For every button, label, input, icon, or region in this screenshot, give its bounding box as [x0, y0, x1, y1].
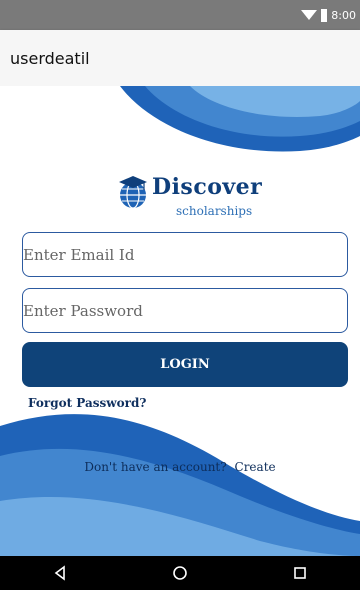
login-screen: Discover scholarships LOGIN Forgot Passw…	[0, 86, 360, 556]
status-time: 8:00	[331, 8, 356, 22]
logo-subtitle: scholarships	[176, 204, 253, 218]
email-field[interactable]	[22, 232, 348, 277]
brand-logo: Discover scholarships	[116, 174, 276, 222]
wifi-icon	[301, 10, 318, 20]
back-icon[interactable]	[52, 565, 68, 581]
logo-title: Discover	[152, 174, 263, 200]
bottom-wave-decoration	[0, 414, 360, 556]
app-title: userdeatil	[10, 48, 90, 68]
signup-text: Don't have an account?	[84, 460, 227, 474]
recents-icon[interactable]	[292, 565, 308, 581]
app-bar: userdeatil	[0, 30, 360, 86]
battery-icon	[321, 8, 328, 22]
navigation-bar	[0, 556, 360, 590]
create-account-link[interactable]: Create	[235, 460, 276, 474]
home-icon[interactable]	[172, 565, 188, 581]
signup-prompt: Don't have an account? Create	[0, 460, 360, 474]
password-field[interactable]	[22, 288, 348, 333]
status-bar: 8:00	[0, 0, 360, 30]
login-button[interactable]: LOGIN	[22, 342, 348, 387]
globe-graduation-icon	[119, 176, 147, 209]
